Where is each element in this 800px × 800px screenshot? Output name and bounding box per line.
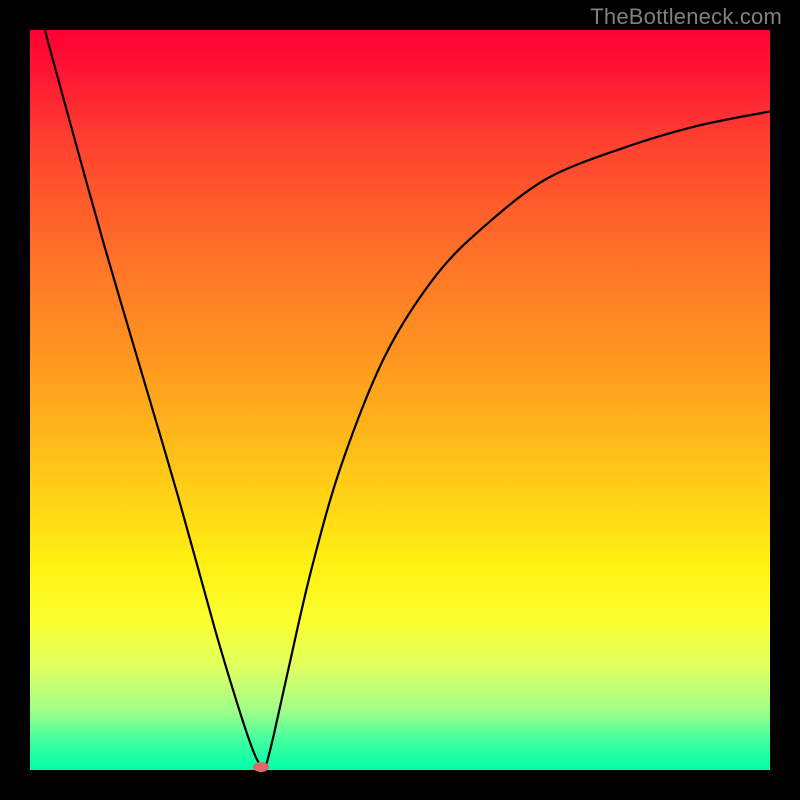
curve-path (45, 30, 770, 768)
plot-area (30, 30, 770, 770)
bottleneck-curve (30, 30, 770, 770)
watermark-text: TheBottleneck.com (590, 4, 782, 30)
minimum-marker (253, 762, 269, 772)
